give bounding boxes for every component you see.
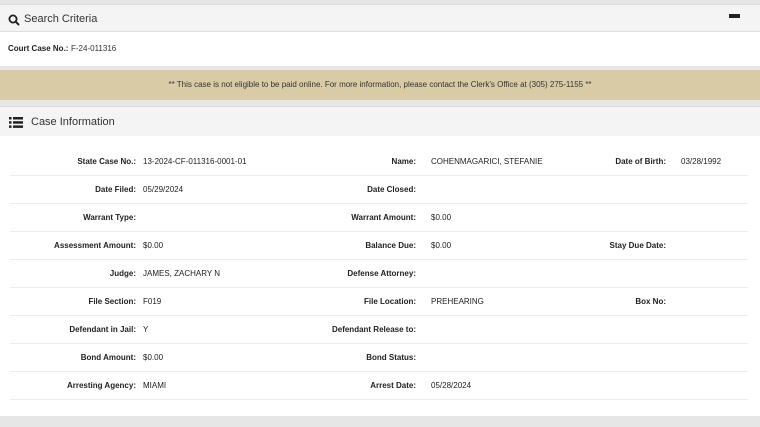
field-value: 05/28/2024 <box>431 381 472 390</box>
field-label: Bond Status: <box>366 353 416 362</box>
case-information-table: State Case No.: 13-2024-CF-011316-0001-01… <box>0 136 760 416</box>
field-value: 13-2024-CF-011316-0001-01 <box>143 157 247 166</box>
list-icon <box>9 117 23 128</box>
field-label: Warrant Type: <box>83 213 136 222</box>
field-label: Bond Amount: <box>80 353 136 362</box>
field-value: COHENMAGARICI, STEFANIE <box>431 157 543 166</box>
search-icon <box>8 14 20 26</box>
search-criteria-title: Search Criteria <box>24 13 98 25</box>
field-label: Defendant in Jail: <box>69 325 136 334</box>
court-case-label: Court Case No.: <box>8 44 69 53</box>
field-label: Date of Birth: <box>615 157 666 166</box>
field-label: Judge: <box>109 269 136 278</box>
table-row: Bond Amount: $0.00 Bond Status: <box>10 343 748 372</box>
table-row: Warrant Type: Warrant Amount: $0.00 <box>10 203 748 232</box>
field-value: $0.00 <box>431 241 452 250</box>
field-label: State Case No.: <box>77 157 136 166</box>
case-information-title: Case Information <box>31 116 115 128</box>
field-label: File Section: <box>88 297 136 306</box>
field-value: $0.00 <box>431 213 452 222</box>
field-label: Defense Attorney: <box>347 269 416 278</box>
table-row: Judge: JAMES, ZACHARY N Defense Attorney: <box>10 259 748 288</box>
payment-notice: ** This case is not eligible to be paid … <box>0 70 760 100</box>
collapse-icon[interactable] <box>729 14 740 18</box>
field-value: JAMES, ZACHARY N <box>143 269 221 278</box>
field-value: 03/28/1992 <box>681 157 722 166</box>
field-value: $0.00 <box>143 241 164 250</box>
field-label: Arresting Agency: <box>66 381 136 390</box>
table-row: State Case No.: 13-2024-CF-011316-0001-01… <box>10 147 748 176</box>
field-label: Defendant Release to: <box>331 325 416 334</box>
case-information-header: Case Information <box>0 106 760 136</box>
search-criteria-body: Court Case No.: F-24-011316 <box>0 32 760 66</box>
table-row: Assessment Amount: $0.00 Balance Due: $0.00… <box>10 231 748 260</box>
table-row: Arresting Agency: MIAMI Arrest Date: 05/28/… <box>10 371 748 400</box>
field-value: Y <box>143 325 149 334</box>
table-row: Defendant in Jail: Y Defendant Release to: <box>10 315 748 344</box>
field-label: Arrest Date: <box>370 381 416 390</box>
field-value: 05/29/2024 <box>143 185 184 194</box>
field-label: Assessment Amount: <box>54 241 136 250</box>
field-label: Balance Due: <box>365 241 416 250</box>
field-value: F019 <box>143 297 162 306</box>
table-row: File Section: F019 File Location: PREHEARIN… <box>10 287 748 316</box>
field-value: PREHEARING <box>431 297 484 306</box>
search-criteria-header[interactable]: Search Criteria <box>0 4 760 32</box>
court-case-value: F-24-011316 <box>71 44 117 53</box>
field-value: $0.00 <box>143 353 164 362</box>
field-label: Date Filed: <box>95 185 136 194</box>
footer-divider <box>0 418 760 427</box>
field-value: MIAMI <box>143 381 167 390</box>
field-label: Warrant Amount: <box>351 213 416 222</box>
field-label: File Location: <box>364 297 416 306</box>
field-label: Stay Due Date: <box>609 241 666 250</box>
table-row: Date Filed: 05/29/2024 Date Closed: <box>10 175 748 204</box>
field-label: Box No: <box>635 297 666 306</box>
field-label: Name: <box>391 157 416 166</box>
field-label: Date Closed: <box>367 185 416 194</box>
